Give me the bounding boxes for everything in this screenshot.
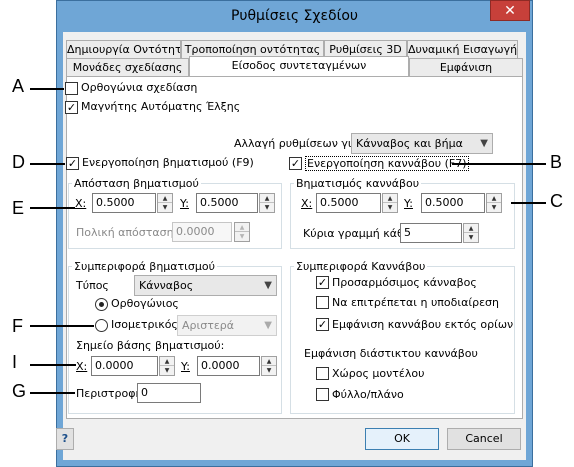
- callout-a: A: [12, 76, 25, 96]
- ortho-label: Ορθογώνια σχεδίαση: [81, 81, 198, 94]
- polar-distance-spinner: ▲ ▼: [234, 222, 250, 242]
- polar-distance-label: Πολική απόσταση:: [76, 226, 178, 239]
- callout-f-line: [30, 325, 94, 327]
- base-x-label: X:: [76, 360, 88, 373]
- callout-g-line: [30, 392, 75, 394]
- base-y-label: Y:: [181, 360, 190, 373]
- isometric-value: Αριστερά: [182, 319, 235, 332]
- chevron-down-icon: ▼: [264, 320, 272, 331]
- change-settings-select[interactable]: Κάνναβος και βήμα ▼: [351, 133, 493, 154]
- major-line-label: Κύρια γραμμή κάθε: [303, 227, 410, 240]
- snap-type-label: Τύπος: [76, 279, 109, 292]
- grid-enable-label: Ενεργοποίηση καννάβου (F7): [305, 156, 469, 171]
- callout-b: B: [550, 152, 563, 172]
- magnet-label: Μαγνήτης Αυτόματης Έλξης: [81, 100, 241, 113]
- callout-d-line: [30, 163, 65, 165]
- sheet-checkbox[interactable]: [316, 388, 329, 401]
- callout-d: D: [12, 152, 25, 172]
- snap-enable-label: Ενεργοποίηση βηματισμού (F9): [82, 156, 254, 169]
- rotation-input[interactable]: 0: [137, 383, 201, 403]
- snap-x-input[interactable]: 0.5000: [92, 193, 156, 213]
- grid-x-label: X:: [301, 197, 313, 210]
- grid-y-spinner[interactable]: ▲ ▼: [486, 193, 502, 213]
- chevron-down-icon: ▼: [264, 280, 272, 291]
- tab-coordinate-input[interactable]: Είσοδος συντεταγμένων: [189, 56, 409, 76]
- callout-a-line: [30, 88, 64, 90]
- base-y-input[interactable]: 0.0000: [197, 356, 260, 376]
- isometric-radio-label: Ισομετρικός: [111, 318, 178, 331]
- dotted-grid-title: Εμφάνιση διάστικτου καννάβου: [304, 347, 478, 360]
- tab-drawing-units[interactable]: Μονάδες σχεδίασης: [66, 58, 189, 76]
- sheet-label: Φύλλο/πλάνο: [332, 388, 404, 401]
- cancel-button[interactable]: Cancel: [447, 428, 521, 450]
- grid-enable-checkbox[interactable]: ✓: [289, 157, 302, 170]
- adaptive-grid-label: Προσαρμόσιμος κάνναβος: [332, 276, 477, 289]
- grid-y-input[interactable]: 0.5000: [421, 193, 485, 213]
- callout-e-line: [30, 207, 75, 209]
- window-title: Ρυθμίσεις Σχεδίου: [230, 8, 359, 24]
- snap-type-value: Κάνναβος: [139, 279, 194, 292]
- beyond-limits-label: Εμφάνιση καννάβου εκτός ορίων: [332, 318, 514, 331]
- base-x-spinner[interactable]: ▲ ▼: [159, 356, 175, 376]
- ortho-radio-label: Ορθογώνιος: [111, 297, 179, 310]
- tab-entity-creation[interactable]: Δημιουργία Οντότητας: [66, 40, 181, 58]
- snap-enable-checkbox[interactable]: ✓: [66, 157, 79, 170]
- grid-y-label: Y:: [404, 197, 413, 210]
- tab-display[interactable]: Εμφάνιση: [409, 58, 523, 76]
- chevron-down-icon: ▼: [480, 138, 488, 149]
- base-x-input[interactable]: 0.0000: [91, 356, 158, 376]
- adaptive-grid-checkbox[interactable]: ✓: [316, 276, 329, 289]
- change-settings-label: Αλλαγή ρυθμίσεων για: [234, 137, 359, 150]
- snap-type-select[interactable]: Κάνναβος ▼: [134, 275, 277, 296]
- magnet-checkbox[interactable]: ✓: [65, 101, 78, 114]
- rotation-label: Περιστροφή: [76, 387, 143, 400]
- subdivide-checkbox[interactable]: [316, 296, 329, 309]
- polar-distance-input: 0.0000: [172, 222, 232, 242]
- snap-behavior-title: Συμπεριφορά βηματισμού: [72, 260, 217, 273]
- isometric-select: Αριστερά ▼: [177, 315, 277, 336]
- base-y-spinner[interactable]: ▲ ▼: [261, 356, 277, 376]
- close-button[interactable]: ✕: [490, 0, 530, 21]
- isometric-radio[interactable]: [95, 319, 108, 332]
- beyond-limits-checkbox[interactable]: ✓: [316, 318, 329, 331]
- tab-dynamic-input[interactable]: Δυναμική Εισαγωγή: [407, 40, 518, 58]
- ortho-checkbox[interactable]: [65, 82, 78, 95]
- snap-x-label: X:: [75, 197, 87, 210]
- snap-base-label: Σημείο βάσης βηματισμού:: [76, 339, 225, 352]
- snap-distance-title: Απόσταση βηματισμού: [72, 177, 201, 190]
- snap-x-spinner[interactable]: ▲ ▼: [157, 193, 173, 213]
- snap-y-spinner[interactable]: ▲ ▼: [259, 193, 275, 213]
- grid-x-spinner[interactable]: ▲ ▼: [382, 193, 398, 213]
- grid-spacing-title: Βηματισμός καννάβου: [294, 177, 422, 190]
- snap-y-input[interactable]: 0.5000: [196, 193, 258, 213]
- major-line-spinner[interactable]: ▲ ▼: [463, 223, 479, 243]
- help-button[interactable]: ?: [56, 428, 74, 450]
- ok-button[interactable]: OK: [365, 428, 439, 450]
- ortho-radio[interactable]: [95, 298, 108, 311]
- change-settings-value: Κάνναβος και βήμα: [356, 137, 463, 150]
- callout-c: C: [550, 191, 563, 211]
- callout-c-line: [511, 202, 546, 204]
- grid-x-input[interactable]: 0.5000: [316, 193, 381, 213]
- model-space-checkbox[interactable]: [316, 367, 329, 380]
- major-line-input[interactable]: 5: [400, 223, 462, 243]
- snap-y-label: Y:: [180, 197, 189, 210]
- callout-f: F: [12, 316, 23, 336]
- callout-b-line: [452, 163, 546, 165]
- callout-e: E: [12, 198, 25, 218]
- radio-selected-dot: [99, 302, 104, 307]
- callout-g: G: [12, 381, 27, 401]
- model-space-label: Χώρος μοντέλου: [332, 367, 425, 380]
- subdivide-label: Να επιτρέπεται η υποδιαίρεση: [332, 296, 499, 309]
- grid-behavior-title: Συμπεριφορά Καννάβου: [294, 260, 428, 273]
- callout-i-line: [30, 364, 76, 366]
- callout-i: I: [12, 352, 18, 372]
